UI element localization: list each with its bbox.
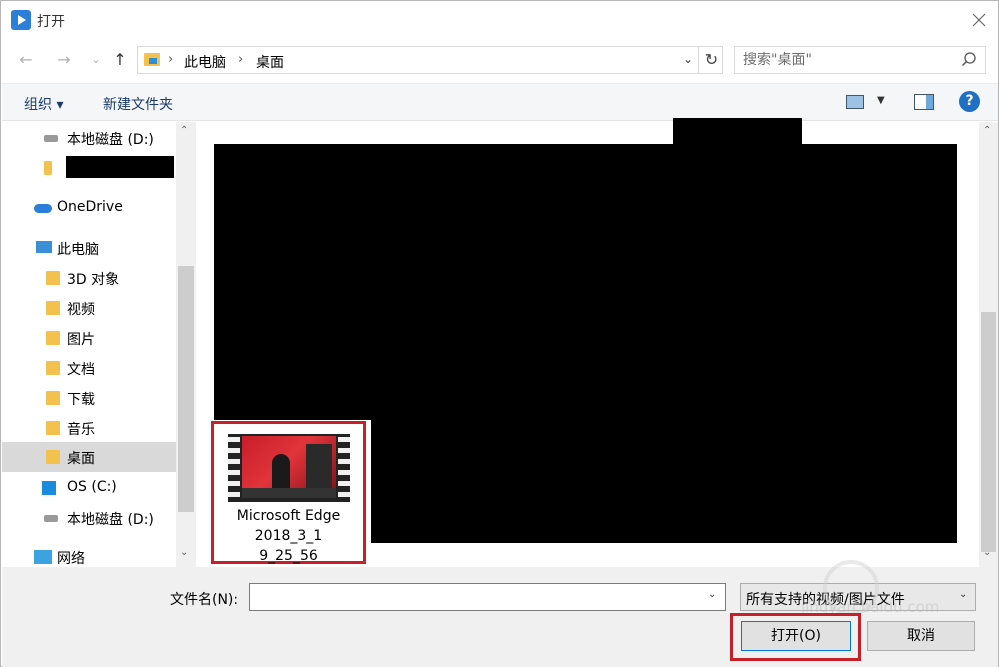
scroll-up-icon[interactable]: ⌃ <box>983 125 991 136</box>
nav-item-onedrive[interactable]: OneDrive <box>2 193 178 223</box>
search-icon[interactable] <box>961 51 977 67</box>
recent-locations-button[interactable]: ⌄ <box>85 49 107 71</box>
navigation-pane: 本地磁盘 (D:) OneDrive 此电脑 3D 对象 视频 图片 文档 下载… <box>2 122 196 567</box>
nav-item-3d-objects[interactable]: 3D 对象 <box>2 263 178 293</box>
video-folder-icon <box>46 301 60 315</box>
desktop-folder-icon <box>144 53 160 66</box>
chevron-down-icon: ⌄ <box>91 53 101 66</box>
title-bar: 打开 <box>1 1 998 39</box>
file-name-label: 文件名(N): <box>170 592 239 608</box>
file-name-combo[interactable] <box>249 583 726 611</box>
forward-button[interactable]: → <box>53 49 75 71</box>
back-arrow-icon: ← <box>19 50 33 69</box>
video-thumbnail-icon <box>228 434 350 502</box>
nav-item-pictures[interactable]: 图片 <box>2 323 178 353</box>
open-button-highlight <box>730 613 861 661</box>
cloud-icon <box>34 204 52 213</box>
help-icon[interactable]: ? <box>959 91 980 112</box>
nav-item-downloads[interactable]: 下载 <box>2 383 178 413</box>
nav-item-local-disk-d[interactable]: 本地磁盘 (D:) <box>2 123 178 153</box>
breadcrumb-desktop[interactable]: 桌面 <box>256 52 284 72</box>
nav-item-videos[interactable]: 视频 <box>2 293 178 323</box>
film-strip-decoration <box>228 434 240 502</box>
folder-icon <box>44 161 52 175</box>
video-preview-image <box>242 436 336 498</box>
desktop-folder-icon <box>46 450 60 464</box>
scroll-down-icon[interactable]: ⌄ <box>983 547 991 558</box>
nav-item-local-disk-d-2[interactable]: 本地磁盘 (D:) <box>2 503 178 533</box>
nav-item-redacted-folder[interactable] <box>2 153 178 183</box>
window-title: 打开 <box>37 14 65 30</box>
downloads-folder-icon <box>46 391 60 405</box>
app-icon <box>11 10 31 30</box>
file-name-input[interactable] <box>254 588 694 606</box>
address-bar[interactable]: › 此电脑 › 桌面 ⌄ <box>137 46 723 74</box>
breadcrumb-separator[interactable]: › <box>168 52 173 67</box>
folder-3d-icon <box>46 271 60 285</box>
up-arrow-icon: ↑ <box>113 50 127 69</box>
close-icon <box>972 13 986 27</box>
scrollbar-thumb[interactable] <box>981 312 996 552</box>
refresh-icon: ↻ <box>704 50 719 69</box>
film-strip-decoration <box>338 434 350 502</box>
nav-item-os-c[interactable]: OS (C:) <box>2 473 178 503</box>
refresh-button[interactable]: ↻ <box>698 46 724 74</box>
back-button[interactable]: ← <box>15 49 37 71</box>
nav-item-documents[interactable]: 文档 <box>2 353 178 383</box>
file-name: Microsoft Edge 2018_3_1 9_25_56 <box>236 508 341 564</box>
nav-item-this-pc[interactable]: 此电脑 <box>2 233 178 263</box>
music-folder-icon <box>46 421 60 435</box>
organize-menu[interactable]: 组织 ▾ <box>24 94 63 114</box>
change-view-icon[interactable] <box>846 95 864 109</box>
pictures-folder-icon <box>46 331 60 345</box>
scrollbar-thumb[interactable] <box>178 266 194 512</box>
drive-icon <box>44 515 58 522</box>
search-box[interactable] <box>734 46 986 74</box>
redacted-region <box>371 419 957 543</box>
preview-pane-icon[interactable] <box>914 94 934 110</box>
scroll-down-icon[interactable]: ⌄ <box>180 547 188 558</box>
view-options-chevron-icon[interactable]: ▼ <box>877 95 885 106</box>
up-button[interactable]: ↑ <box>109 49 131 71</box>
forward-arrow-icon: → <box>57 50 71 69</box>
windows-drive-icon <box>42 481 56 495</box>
redacted-region <box>214 144 957 420</box>
open-file-dialog: 打开 ← → ⌄ ↑ › 此电脑 › 桌面 ⌄ ↻ 组织 ▾ 新建文件夹 ▼ ?… <box>0 0 999 667</box>
file-item-edge-video[interactable]: Microsoft Edge 2018_3_1 9_25_56 <box>211 421 366 564</box>
close-button[interactable] <box>959 1 999 39</box>
breadcrumb-this-pc[interactable]: 此电脑 <box>184 52 226 72</box>
nav-item-music[interactable]: 音乐 <box>2 413 178 443</box>
file-list-scrollbar[interactable]: ⌃ ⌄ <box>979 122 998 567</box>
documents-folder-icon <box>46 361 60 375</box>
cancel-button[interactable]: 取消 <box>867 621 975 651</box>
nav-pane-scrollbar[interactable]: ⌃ ⌄ <box>176 122 196 567</box>
file-name-dropdown-chevron-icon[interactable]: ⌄ <box>708 589 716 600</box>
search-input[interactable] <box>743 51 953 69</box>
nav-item-desktop[interactable]: 桌面 <box>2 442 178 472</box>
new-folder-button[interactable]: 新建文件夹 <box>103 94 173 114</box>
address-history-chevron-icon[interactable]: ⌄ <box>683 52 693 66</box>
scroll-up-icon[interactable]: ⌃ <box>180 125 188 136</box>
drive-icon <box>44 135 58 142</box>
breadcrumb-separator[interactable]: › <box>238 52 243 67</box>
computer-icon <box>36 241 52 253</box>
network-icon <box>34 550 52 564</box>
redacted-label <box>66 156 174 178</box>
